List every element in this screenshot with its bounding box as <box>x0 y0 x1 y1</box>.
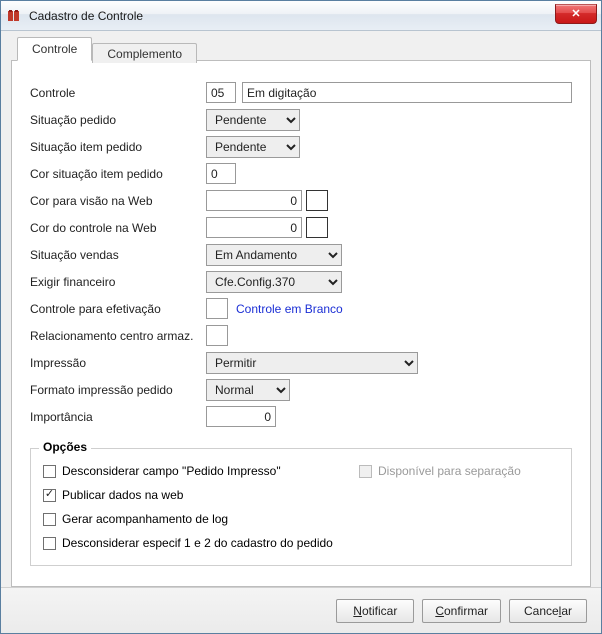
opt-label: Gerar acompanhamento de log <box>62 512 228 526</box>
row-impressao: Impressão Permitir <box>30 349 572 376</box>
btn-post: otificar <box>362 604 397 618</box>
relacionamento-centro-input[interactable] <box>206 325 228 346</box>
tab-complemento[interactable]: Complemento <box>92 43 197 63</box>
close-button[interactable]: ✕ <box>555 4 597 24</box>
checkbox-icon <box>359 465 372 478</box>
window: Cadastro de Controle ✕ Controle Compleme… <box>0 0 602 634</box>
label-situacao-pedido: Situação pedido <box>30 113 206 127</box>
row-controle: Controle <box>30 79 572 106</box>
row-relacionamento-centro: Relacionamento centro armaz. <box>30 322 572 349</box>
opt-disponivel-separacao: Disponível para separação <box>359 459 559 483</box>
titlebar: Cadastro de Controle ✕ <box>1 1 601 31</box>
label-situacao-vendas: Situação vendas <box>30 248 206 262</box>
window-title: Cadastro de Controle <box>29 9 143 23</box>
row-exigir-financeiro: Exigir financeiro Cfe.Config.370 <box>30 268 572 295</box>
opt-label: Desconsiderar especif 1 e 2 do cadastro … <box>62 536 333 550</box>
app-icon <box>7 8 23 24</box>
situacao-vendas-select[interactable]: Em Andamento <box>206 244 342 266</box>
opt-label: Desconsiderar campo "Pedido Impresso" <box>62 464 281 478</box>
close-icon: ✕ <box>571 9 580 20</box>
row-situacao-item-pedido: Situação item pedido Pendente <box>30 133 572 160</box>
form: Controle Situação pedido Pendente Situaç… <box>30 79 572 430</box>
row-controle-efetivacao: Controle para efetivação Controle em Bra… <box>30 295 572 322</box>
opt-desconsiderar-especif[interactable]: Desconsiderar especif 1 e 2 do cadastro … <box>43 531 359 555</box>
opt-publicar-web[interactable]: Publicar dados na web <box>43 483 359 507</box>
label-formato-impressao: Formato impressão pedido <box>30 383 206 397</box>
controle-code-input[interactable] <box>206 82 236 103</box>
row-formato-impressao: Formato impressão pedido Normal <box>30 376 572 403</box>
row-importancia: Importância <box>30 403 572 430</box>
cancelar-button[interactable]: Cancelar <box>509 599 587 623</box>
opt-label: Publicar dados na web <box>62 488 183 502</box>
formato-impressao-select[interactable]: Normal <box>206 379 290 401</box>
dialog-footer: Notificar Confirmar Cancelar <box>1 587 601 633</box>
label-impressao: Impressão <box>30 356 206 370</box>
btn-pre: Cance <box>524 604 559 618</box>
tab-controle[interactable]: Controle <box>17 37 92 61</box>
options-fieldset: Opções Desconsiderar campo "Pedido Impre… <box>30 448 572 566</box>
row-cor-situacao-item: Cor situação item pedido <box>30 160 572 187</box>
btn-post: ar <box>561 604 572 618</box>
cor-controle-web-input[interactable] <box>206 217 302 238</box>
options-legend: Opções <box>39 440 91 454</box>
tab-complemento-label: Complemento <box>107 47 182 61</box>
controle-desc-input[interactable] <box>242 82 572 103</box>
label-situacao-item-pedido: Situação item pedido <box>30 140 206 154</box>
checkbox-icon <box>43 513 56 526</box>
situacao-pedido-select[interactable]: Pendente <box>206 109 300 131</box>
importancia-input[interactable] <box>206 406 276 427</box>
btn-post: onfirmar <box>444 604 488 618</box>
label-exigir-financeiro: Exigir financeiro <box>30 275 206 289</box>
checkbox-icon <box>43 537 56 550</box>
btn-hotkey: C <box>435 604 444 618</box>
label-controle-efetivacao: Controle para efetivação <box>30 302 206 316</box>
opt-desconsiderar-pedido-impresso[interactable]: Desconsiderar campo "Pedido Impresso" <box>43 459 359 483</box>
opt-gerar-log[interactable]: Gerar acompanhamento de log <box>43 507 359 531</box>
label-relacionamento-centro: Relacionamento centro armaz. <box>30 329 206 343</box>
impressao-select[interactable]: Permitir <box>206 352 418 374</box>
label-cor-visao-web: Cor para visão na Web <box>30 194 206 208</box>
label-importancia: Importância <box>30 410 206 424</box>
row-cor-controle-web: Cor do controle na Web <box>30 214 572 241</box>
cor-visao-web-swatch[interactable] <box>306 190 328 211</box>
client-area: Controle Complemento Controle Situação p… <box>1 31 601 633</box>
row-cor-visao-web: Cor para visão na Web <box>30 187 572 214</box>
tab-panel-controle: Controle Situação pedido Pendente Situaç… <box>11 60 591 587</box>
btn-hotkey: N <box>353 604 362 618</box>
controle-efetivacao-desc: Controle em Branco <box>236 302 343 316</box>
tab-controle-label: Controle <box>32 42 77 56</box>
tabstrip: Controle Complemento <box>17 37 601 61</box>
row-situacao-pedido: Situação pedido Pendente <box>30 106 572 133</box>
row-situacao-vendas: Situação vendas Em Andamento <box>30 241 572 268</box>
cor-visao-web-input[interactable] <box>206 190 302 211</box>
label-cor-situacao-item: Cor situação item pedido <box>30 167 206 181</box>
checkbox-icon <box>43 489 56 502</box>
notificar-button[interactable]: Notificar <box>336 599 414 623</box>
controle-efetivacao-code-input[interactable] <box>206 298 228 319</box>
label-controle: Controle <box>30 86 206 100</box>
checkbox-icon <box>43 465 56 478</box>
situacao-item-pedido-select[interactable]: Pendente <box>206 136 300 158</box>
cor-situacao-item-input[interactable] <box>206 163 236 184</box>
label-cor-controle-web: Cor do controle na Web <box>30 221 206 235</box>
confirmar-button[interactable]: Confirmar <box>422 599 501 623</box>
opt-label: Disponível para separação <box>378 464 521 478</box>
exigir-financeiro-select[interactable]: Cfe.Config.370 <box>206 271 342 293</box>
cor-controle-web-swatch[interactable] <box>306 217 328 238</box>
